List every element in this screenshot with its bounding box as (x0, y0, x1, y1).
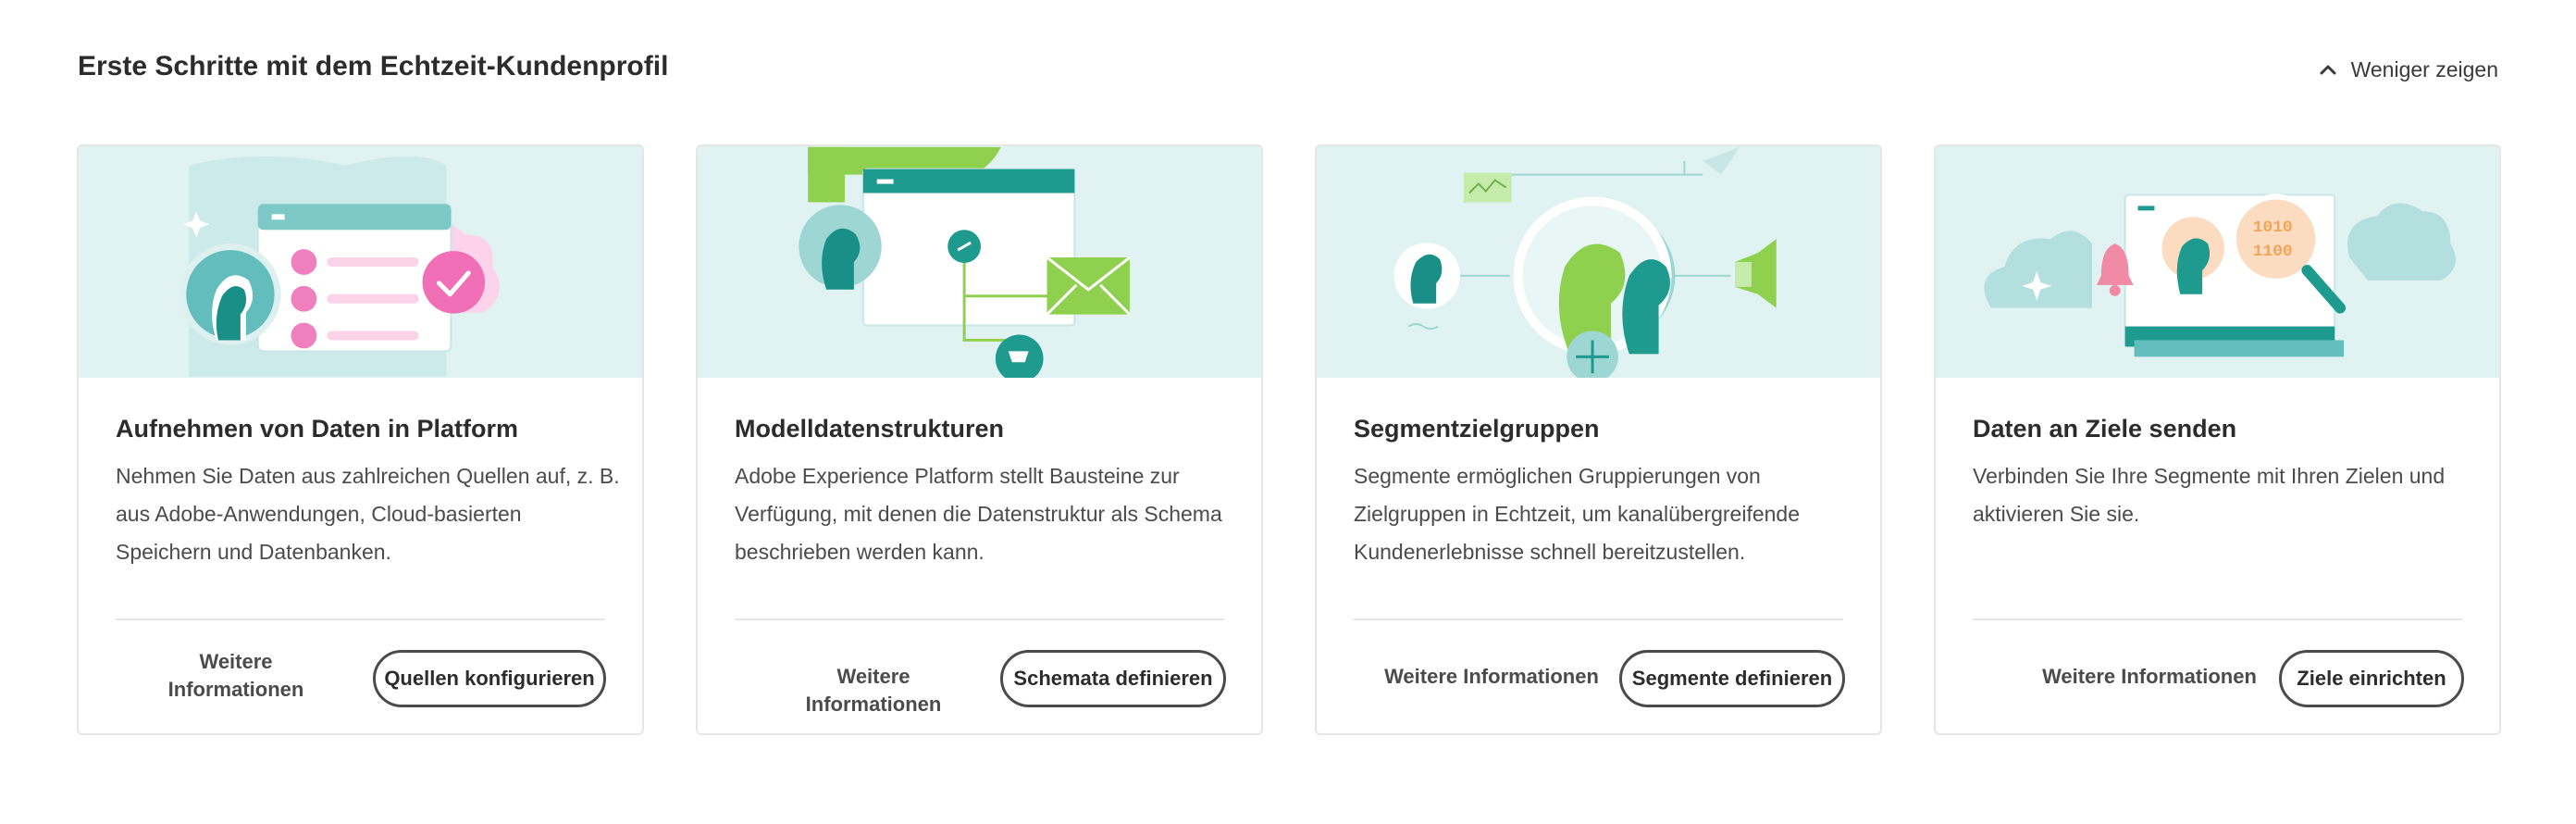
learn-more-button[interactable]: Weitere Informationen (153, 648, 319, 704)
segment-illustration (1317, 146, 1880, 378)
page-title: Erste Schritte mit dem Echtzeit-Kundenpr… (78, 51, 669, 81)
card-divider (1973, 618, 2462, 620)
ingest-data-illustration (79, 146, 642, 378)
card-description: Nehmen Sie Daten aus zahlreichen Quellen… (116, 464, 620, 564)
svg-text:1100: 1100 (2253, 243, 2293, 261)
card-title: Modelldatenstrukturen (735, 415, 1005, 443)
card-segment-audiences: Segmentzielgruppen Segmente ermöglichen … (1315, 144, 1882, 735)
schema-illustration (799, 146, 1131, 378)
card-description: Segmente ermöglichen Gruppierungen von Z… (1354, 464, 1801, 564)
show-less-toggle[interactable]: Weniger zeigen (2320, 56, 2498, 83)
learn-more-button[interactable]: Weitere Informationen (767, 663, 980, 718)
chevron-up-icon (2320, 65, 2336, 75)
destinations-illustration-graphic: 1010 1100 (1984, 194, 2456, 357)
destinations-illustration: 1010 1100 (1936, 146, 2499, 378)
card-ingest-data: Aufnehmen von Daten in Platform Nehmen S… (77, 144, 644, 735)
set-up-destinations-button[interactable]: Ziele einrichten (2279, 650, 2464, 707)
card-divider (735, 618, 1224, 620)
define-schemas-button[interactable]: Schemata definieren (1000, 650, 1226, 707)
learn-more-button[interactable]: Weitere Informationen (2042, 663, 2257, 691)
learn-more-button[interactable]: Weitere Informationen (1384, 663, 1599, 691)
card-model-data: Modelldatenstrukturen Adobe Experience P… (696, 144, 1263, 735)
svg-text:1010: 1010 (2253, 218, 2293, 237)
section-header: Erste Schritte mit dem Echtzeit-Kundenpr… (78, 46, 2498, 89)
card-title: Daten an Ziele senden (1973, 415, 2237, 443)
card-title: Aufnehmen von Daten in Platform (116, 415, 519, 443)
show-less-label: Weniger zeigen (2350, 56, 2498, 81)
model-data-illustration (698, 146, 1261, 378)
card-divider (1354, 618, 1843, 620)
data-sources-illustration (180, 156, 501, 378)
audience-illustration (1393, 146, 1777, 378)
card-description: Verbinden Sie Ihre Segmente mit Ihren Zi… (1973, 464, 2446, 526)
card-send-to-destinations: 1010 1100 Daten an Ziele senden Verbinde… (1934, 144, 2501, 735)
card-title: Segmentzielgruppen (1354, 415, 1600, 443)
card-description: Adobe Experience Platform stellt Baustei… (735, 464, 1222, 564)
card-divider (116, 618, 605, 620)
define-segments-button[interactable]: Segmente definieren (1619, 650, 1845, 707)
configure-sources-button[interactable]: Quellen konfigurieren (373, 650, 606, 707)
